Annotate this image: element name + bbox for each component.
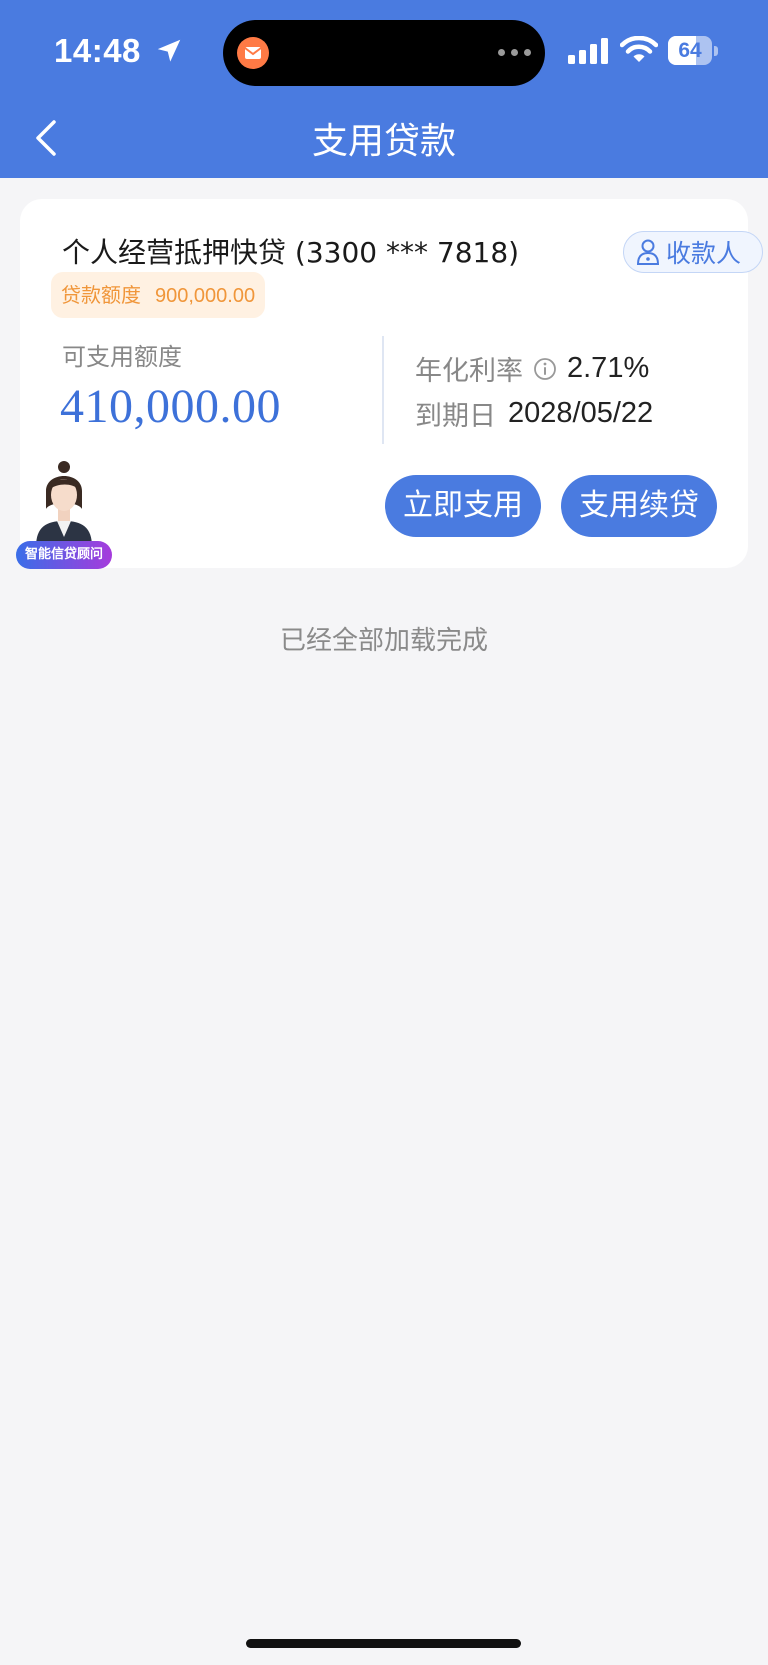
- island-more-icon: [498, 49, 531, 56]
- page-title: 支用贷款: [311, 121, 456, 162]
- product-title: 个人经营抵押快贷 (3300 *** 7818): [62, 236, 520, 269]
- status-time: 14:48: [54, 32, 141, 69]
- info-icon[interactable]: [533, 357, 557, 381]
- card-divider: [382, 336, 384, 444]
- signal-icon: [568, 38, 608, 64]
- rate-value: 2.71%: [567, 352, 650, 384]
- quota-value: 900,000.00: [155, 285, 256, 307]
- top-header: 14:48 64 支用贷款: [0, 0, 768, 178]
- renew-loan-button[interactable]: 支用续贷: [561, 475, 717, 537]
- due-label: 到期日: [415, 401, 496, 432]
- advisor-avatar: [36, 461, 92, 547]
- interest-rate-row: 年化利率 2.71%: [415, 349, 649, 388]
- quota-label: 贷款额度: [61, 283, 141, 307]
- payee-button[interactable]: 收款人: [623, 231, 763, 273]
- battery-percent: 64: [678, 39, 702, 62]
- due-value: 2028/05/22: [508, 397, 654, 429]
- wifi-icon: [620, 36, 658, 62]
- all-loaded-text: 已经全部加载完成: [279, 626, 488, 656]
- payee-label: 收款人: [666, 239, 742, 268]
- home-indicator[interactable]: [246, 1639, 521, 1648]
- location-arrow-icon: [157, 39, 181, 62]
- credit-advisor-button[interactable]: 智能信贷顾问: [16, 457, 113, 570]
- mail-app-icon: [237, 37, 269, 69]
- loan-card: 个人经营抵押快贷 (3300 *** 7818) 收款人 贷款额度 900,000…: [20, 199, 763, 568]
- battery-icon: 64: [668, 36, 718, 65]
- payee-person-icon: [636, 239, 660, 265]
- loan-quota-badge: 贷款额度 900,000.00: [51, 272, 266, 318]
- use-now-button[interactable]: 立即支用: [385, 475, 541, 537]
- available-amount: 410,000.00: [60, 380, 281, 433]
- available-label: 可支用额度: [62, 343, 182, 371]
- dynamic-island: [223, 20, 545, 86]
- advisor-label: 智能信贷顾问: [16, 541, 112, 569]
- due-date-row: 到期日 2028/05/22: [415, 394, 653, 433]
- rate-label: 年化利率: [415, 356, 523, 387]
